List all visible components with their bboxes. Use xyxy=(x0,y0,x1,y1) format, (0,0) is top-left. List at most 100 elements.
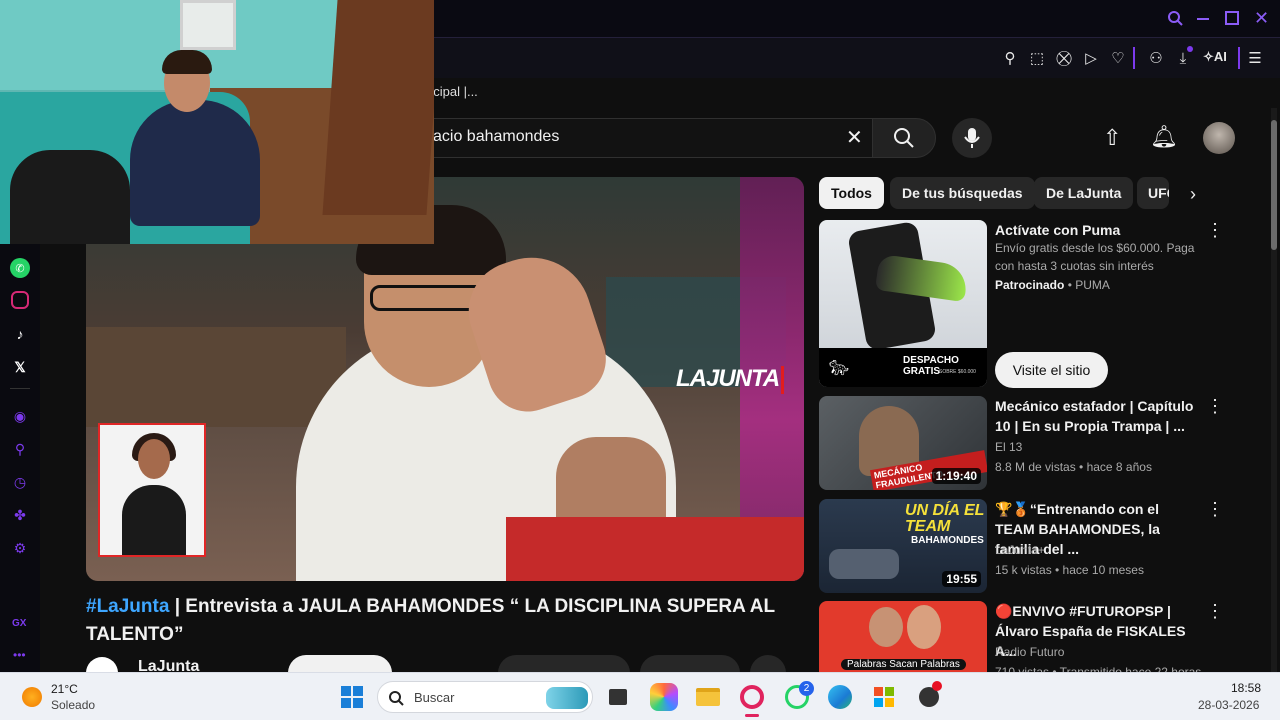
video-thumbnail[interactable]: UN DÍA EL TEAM BAHAMONDES 19:55 xyxy=(819,499,987,593)
extensions-icon[interactable]: ✤ xyxy=(10,505,30,525)
video-rec-meta: 15 k vistas • hace 10 meses xyxy=(995,563,1144,577)
ad-thumb-subtext: SOBRE $60.000 xyxy=(939,369,976,375)
more-options-icon[interactable]: ⋮ xyxy=(1206,396,1224,417)
visit-site-button[interactable]: Visite el sitio xyxy=(995,352,1108,388)
search-icon xyxy=(389,691,404,706)
chevron-right-icon[interactable]: › xyxy=(1190,184,1196,205)
adblock-icon[interactable]: ⛒ xyxy=(1053,47,1075,69)
file-explorer-icon[interactable] xyxy=(694,683,722,711)
clear-search-icon[interactable]: ✕ xyxy=(846,125,863,150)
chip-ufc[interactable]: UFC xyxy=(1137,177,1169,209)
watermark-text: LAJUNTA xyxy=(676,365,780,392)
duration-badge: 1:19:40 xyxy=(931,468,981,484)
more-options-icon[interactable]: ⋮ xyxy=(1206,220,1224,241)
video-rec-meta: 710 vistas • Transmitido hace 22 horas xyxy=(995,665,1202,672)
clock-date[interactable]: 28-03-2026 xyxy=(1198,698,1259,712)
maximize-icon[interactable] xyxy=(1225,11,1239,25)
instagram-icon[interactable] xyxy=(11,291,29,309)
channel-avatar[interactable] xyxy=(86,657,118,672)
like-button[interactable] xyxy=(498,655,630,672)
more-icon[interactable]: ••• xyxy=(13,648,26,662)
upload-icon[interactable]: ⇧ xyxy=(1103,125,1121,151)
video-thumbnail[interactable]: Palabras Sacan Palabras xyxy=(819,601,987,672)
avatar[interactable] xyxy=(1203,122,1235,154)
player-icon[interactable]: ◉ xyxy=(10,406,30,426)
clock-time[interactable]: 18:58 xyxy=(1231,681,1261,695)
video-title: #LaJunta | Entrevista a JAULA BAHAMONDES… xyxy=(86,593,804,649)
pin-icon[interactable]: ⚲ xyxy=(999,47,1021,69)
chip-all[interactable]: Todos xyxy=(819,177,884,209)
easy-setup-icon[interactable]: ☰ xyxy=(1244,47,1266,69)
sign-language-interpreter xyxy=(98,423,206,557)
copilot-icon[interactable] xyxy=(650,683,678,711)
webcam-window xyxy=(180,0,236,50)
channel-name[interactable]: LaJunta xyxy=(138,658,199,672)
player-icon[interactable]: ▷ xyxy=(1080,47,1102,69)
thumb-subtext: BAHAMONDES xyxy=(911,535,984,546)
whatsapp-icon[interactable]: ✆ xyxy=(10,258,30,278)
title-text: | Entrevista a JAULA BAHAMONDES “ LA DIS… xyxy=(86,596,775,645)
weather-temp[interactable]: 21°C xyxy=(51,682,78,696)
share-button[interactable] xyxy=(640,655,740,672)
webcam-door xyxy=(322,0,434,215)
voice-search-button[interactable] xyxy=(952,118,992,158)
settings-icon[interactable]: ⚙ xyxy=(10,538,30,558)
task-view-icon[interactable] xyxy=(604,683,632,711)
close-icon[interactable]: ✕ xyxy=(1254,8,1269,29)
video-rec-channel[interactable]: El 13 xyxy=(995,438,1022,456)
weather-desc[interactable]: Soleado xyxy=(51,698,95,712)
opera-gx-icon[interactable] xyxy=(738,683,766,711)
chip-from-channel[interactable]: De LaJunta xyxy=(1034,177,1134,209)
thumb-host-2 xyxy=(907,605,941,649)
video-rec-channel[interactable]: Radio Futuro xyxy=(995,643,1064,661)
more-options-icon[interactable]: ⋮ xyxy=(1206,601,1224,622)
ai-label: AI xyxy=(1213,49,1227,64)
thumb-text: UN DÍA EL TEAM xyxy=(905,502,985,535)
microphone-icon xyxy=(964,128,980,148)
notification-badge: 2 xyxy=(799,681,814,696)
search-input[interactable]: acio bahamondes xyxy=(433,128,559,146)
search-button[interactable] xyxy=(872,118,936,158)
snapshot-icon[interactable]: ⬚ xyxy=(1026,47,1048,69)
search-icon[interactable] xyxy=(1167,10,1183,30)
history-icon[interactable]: ◷ xyxy=(10,472,30,492)
ai-button[interactable]: ✧AI xyxy=(1203,49,1227,65)
subscribe-button[interactable] xyxy=(288,655,392,672)
ad-title[interactable]: Actívate con Puma xyxy=(995,220,1195,240)
puma-logo-icon: 🐆︎ xyxy=(829,360,850,377)
heart-icon[interactable]: ♡ xyxy=(1107,47,1129,69)
minimize-icon[interactable] xyxy=(1197,18,1209,20)
video-rec-channel[interactable]: LaJunta+ xyxy=(995,541,1045,559)
ad-thumbnail[interactable]: 🐆︎ DESPACHO GRATIS SOBRE $60.000 xyxy=(819,220,987,387)
taskbar-search[interactable]: Buscar xyxy=(377,681,593,713)
video-thumbnail[interactable]: MECÁNICO FRAUDULENTO 1:19:40 xyxy=(819,396,987,490)
notifications-bell-icon[interactable]: 🔔︎ xyxy=(1150,124,1178,150)
x-icon[interactable]: 𝕏 xyxy=(10,357,30,377)
edge-icon[interactable] xyxy=(826,683,854,711)
windows-taskbar: 21°C Soleado Buscar 2 18:58 28-03-2026 xyxy=(0,672,1280,720)
search-icon xyxy=(894,128,914,148)
gx-label: GX xyxy=(12,618,27,629)
weather-sun-icon[interactable] xyxy=(22,687,42,707)
ad-sponsor-line: Patrocinado • PUMA xyxy=(995,278,1110,292)
duration-badge: 19:55 xyxy=(942,571,981,587)
video-rec-meta: 8.8 M de vistas • hace 8 años xyxy=(995,460,1152,474)
more-options-icon[interactable]: ⋮ xyxy=(1206,499,1224,520)
toolbar-divider xyxy=(1133,47,1135,69)
channel-row: LaJunta xyxy=(86,655,804,672)
thumb-host-1 xyxy=(869,607,903,647)
more-actions-button[interactable] xyxy=(750,655,786,672)
scrollbar-thumb[interactable] xyxy=(1271,120,1277,250)
webcam-person-2 xyxy=(10,150,130,244)
profile-icon[interactable]: ⚇ xyxy=(1145,47,1167,69)
pin-icon[interactable]: ⚲ xyxy=(10,439,30,459)
download-badge xyxy=(1187,46,1193,52)
active-app-indicator xyxy=(745,714,759,717)
store-icon[interactable] xyxy=(870,683,898,711)
video-rec-title[interactable]: Mecánico estafador | Capítulo 10 | En su… xyxy=(995,396,1195,436)
title-hashtag[interactable]: #LaJunta xyxy=(86,596,169,617)
lajunta-watermark: LAJUNTA xyxy=(676,365,785,394)
start-icon[interactable] xyxy=(338,683,366,711)
chip-from-searches[interactable]: De tus búsquedas xyxy=(890,177,1035,209)
tiktok-icon[interactable]: ♪ xyxy=(10,324,30,344)
